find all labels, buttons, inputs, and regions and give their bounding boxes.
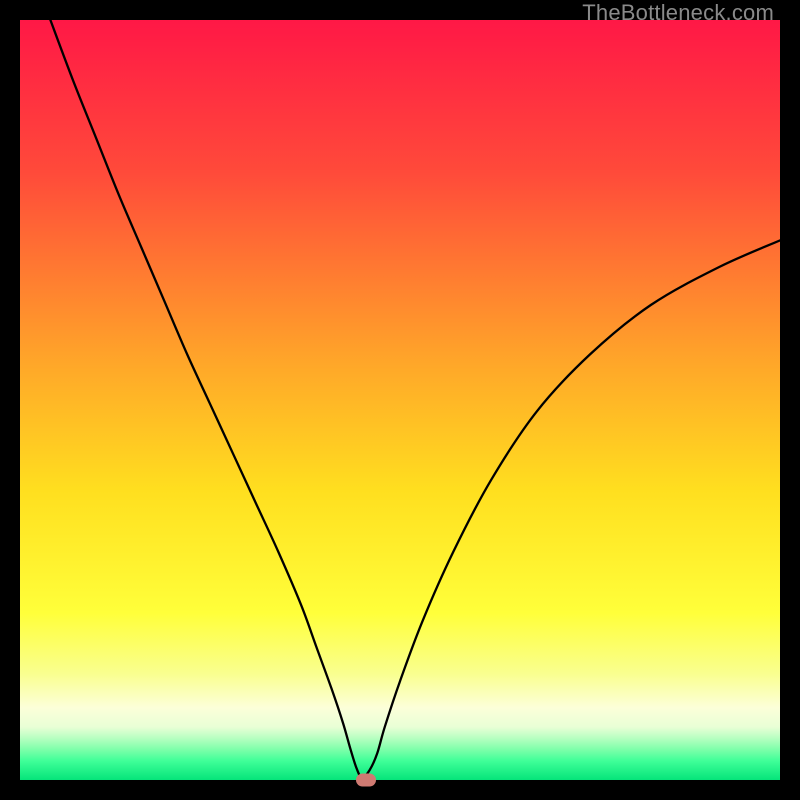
chart-frame: TheBottleneck.com [0, 0, 800, 800]
watermark-text: TheBottleneck.com [582, 0, 774, 26]
optimum-marker [356, 774, 376, 787]
plot-area [20, 20, 780, 780]
background-gradient [20, 20, 780, 780]
